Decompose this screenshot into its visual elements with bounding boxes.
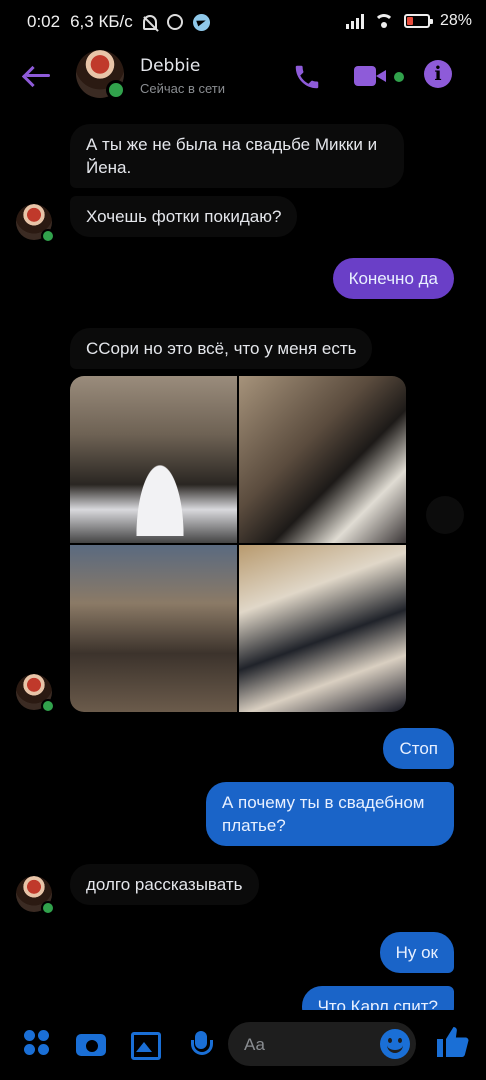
message-outgoing[interactable]: Ну ок bbox=[379, 932, 454, 973]
video-call-icon[interactable] bbox=[354, 64, 404, 90]
composer-bar bbox=[0, 1010, 486, 1080]
contact-avatar[interactable] bbox=[76, 50, 126, 100]
message-outgoing[interactable]: Стоп bbox=[383, 728, 454, 769]
contact-avatar-small bbox=[16, 674, 55, 713]
emoji-icon[interactable] bbox=[380, 1029, 410, 1059]
message-input[interactable] bbox=[242, 1022, 376, 1068]
wedding-photo[interactable] bbox=[70, 545, 237, 712]
contact-name[interactable]: Debbie bbox=[140, 56, 200, 76]
phone-call-icon[interactable] bbox=[292, 62, 322, 92]
notifications-muted-icon bbox=[142, 14, 157, 30]
camera-icon[interactable] bbox=[76, 1028, 108, 1060]
wedding-photo[interactable] bbox=[239, 376, 406, 543]
signal-icon bbox=[345, 13, 364, 29]
message-list[interactable]: А ты же не была на свадьбе Микки и Йена.… bbox=[0, 106, 486, 1010]
alarm-icon bbox=[166, 14, 183, 30]
contact-status: Сейчас в сети bbox=[140, 81, 226, 96]
online-indicator bbox=[106, 80, 126, 100]
network-speed: 6,3 КБ/с bbox=[70, 12, 133, 31]
message-incoming[interactable]: Хочешь фотки покидаю? bbox=[70, 196, 298, 237]
wedding-photo[interactable] bbox=[239, 545, 406, 712]
contact-avatar-small bbox=[16, 204, 55, 243]
contact-avatar-small bbox=[16, 876, 55, 915]
message-outgoing[interactable]: Конечно да bbox=[332, 258, 454, 299]
back-arrow-icon[interactable] bbox=[20, 60, 54, 90]
status-bar: 0:02 6,3 КБ/с 28% bbox=[0, 0, 486, 46]
wedding-photo[interactable] bbox=[70, 376, 237, 543]
battery-percent: 28% bbox=[439, 12, 472, 29]
wifi-icon bbox=[373, 14, 394, 28]
apps-icon[interactable] bbox=[22, 1028, 54, 1060]
message-incoming[interactable]: А ты же не была на свадьбе Микки и Йена. bbox=[70, 124, 404, 188]
share-button[interactable] bbox=[426, 496, 464, 534]
photo-grid bbox=[70, 376, 406, 712]
thumbs-up-icon[interactable] bbox=[434, 1024, 470, 1060]
telegram-icon bbox=[192, 13, 210, 31]
gallery-icon[interactable] bbox=[130, 1028, 162, 1060]
message-input-container bbox=[228, 1022, 416, 1068]
message-outgoing[interactable]: А почему ты в свадебном платье? bbox=[206, 782, 454, 846]
chat-header: Debbie Сейчас в сети i bbox=[0, 46, 486, 106]
info-icon[interactable]: i bbox=[424, 60, 452, 88]
microphone-icon[interactable] bbox=[186, 1028, 218, 1060]
status-time: 0:02 bbox=[27, 12, 61, 31]
battery-icon bbox=[403, 14, 433, 28]
message-incoming[interactable]: долго рассказывать bbox=[70, 864, 259, 905]
message-incoming[interactable]: ССори но это всё, что у меня есть bbox=[70, 328, 373, 369]
message-outgoing[interactable]: Что Карл спит? bbox=[301, 986, 454, 1010]
